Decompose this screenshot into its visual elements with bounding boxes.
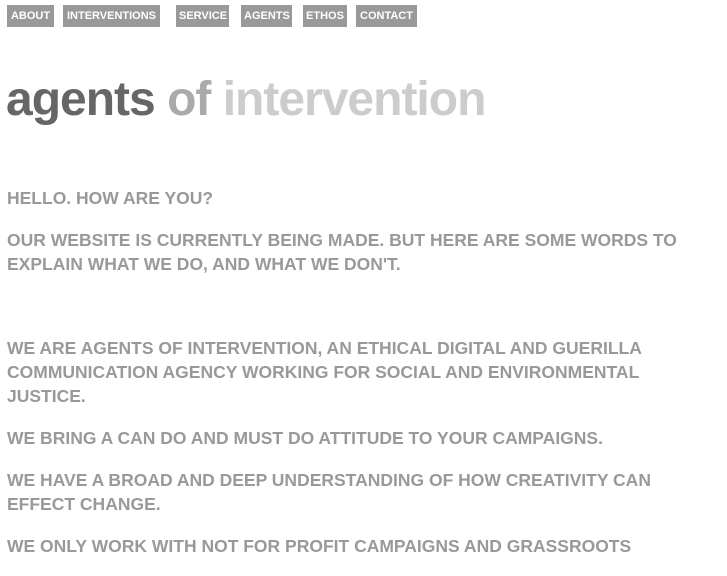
site-logo[interactable]: agents of intervention bbox=[6, 72, 487, 128]
nav-ethos-link[interactable]: ETHOS bbox=[303, 5, 347, 27]
paragraph: WE ARE AGENTS OF INTERVENTION, AN ETHICA… bbox=[7, 338, 642, 406]
logo-word-intervention: intervention bbox=[222, 73, 487, 126]
nav-service-link[interactable]: SERVICE bbox=[176, 5, 229, 27]
logo-word-agents: agents bbox=[6, 73, 156, 126]
paragraph: WE HAVE A BROAD AND DEEP UNDERSTANDING O… bbox=[7, 470, 651, 514]
paragraph: WE BRING A CAN DO AND MUST DO ATTITUDE T… bbox=[7, 428, 603, 448]
intro-text: OUR WEBSITE IS CURRENTLY BEING MADE. BUT… bbox=[7, 230, 677, 274]
logo-word-of: of bbox=[167, 73, 211, 126]
greeting-text: HELLO. HOW ARE YOU? bbox=[7, 188, 214, 208]
paragraph: WE ONLY WORK WITH NOT FOR PROFIT CAMPAIG… bbox=[7, 536, 632, 556]
main-content: HELLO. HOW ARE YOU? OUR WEBSITE IS CURRE… bbox=[7, 186, 707, 576]
nav-interventions-link[interactable]: INTERVENTIONS bbox=[63, 5, 160, 27]
nav-agents-link[interactable]: AGENTS bbox=[241, 5, 292, 27]
nav-about-link[interactable]: ABOUT bbox=[7, 5, 54, 27]
nav-contact-link[interactable]: CONTACT bbox=[356, 5, 417, 27]
